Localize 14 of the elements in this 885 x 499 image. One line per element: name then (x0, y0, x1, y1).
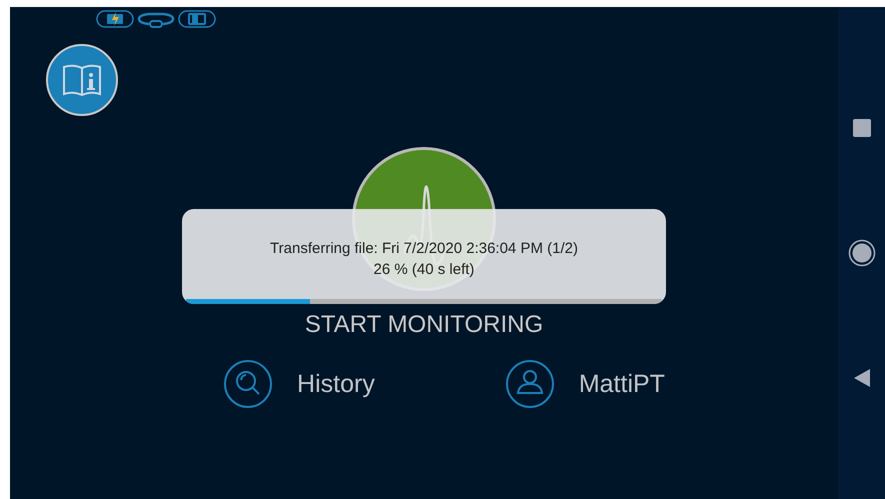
user-button[interactable]: MattiPT (504, 359, 665, 409)
belt-icon (137, 10, 175, 28)
history-button[interactable]: History (223, 359, 375, 409)
transfer-progress-text: 26 % (40 s left) (374, 260, 474, 280)
user-icon (504, 359, 555, 409)
transfer-message: Transferring file: Fri 7/2/2020 2:36:04 PM (1/2) (270, 239, 578, 259)
search-icon (223, 359, 274, 409)
manual-info-icon (62, 62, 102, 98)
book-icon (178, 10, 216, 28)
recents-icon[interactable] (852, 118, 872, 138)
home-icon[interactable] (848, 238, 876, 267)
back-icon[interactable] (852, 368, 870, 388)
start-monitoring-label: START MONITORING (304, 311, 544, 339)
battery-charging-icon (96, 10, 134, 28)
